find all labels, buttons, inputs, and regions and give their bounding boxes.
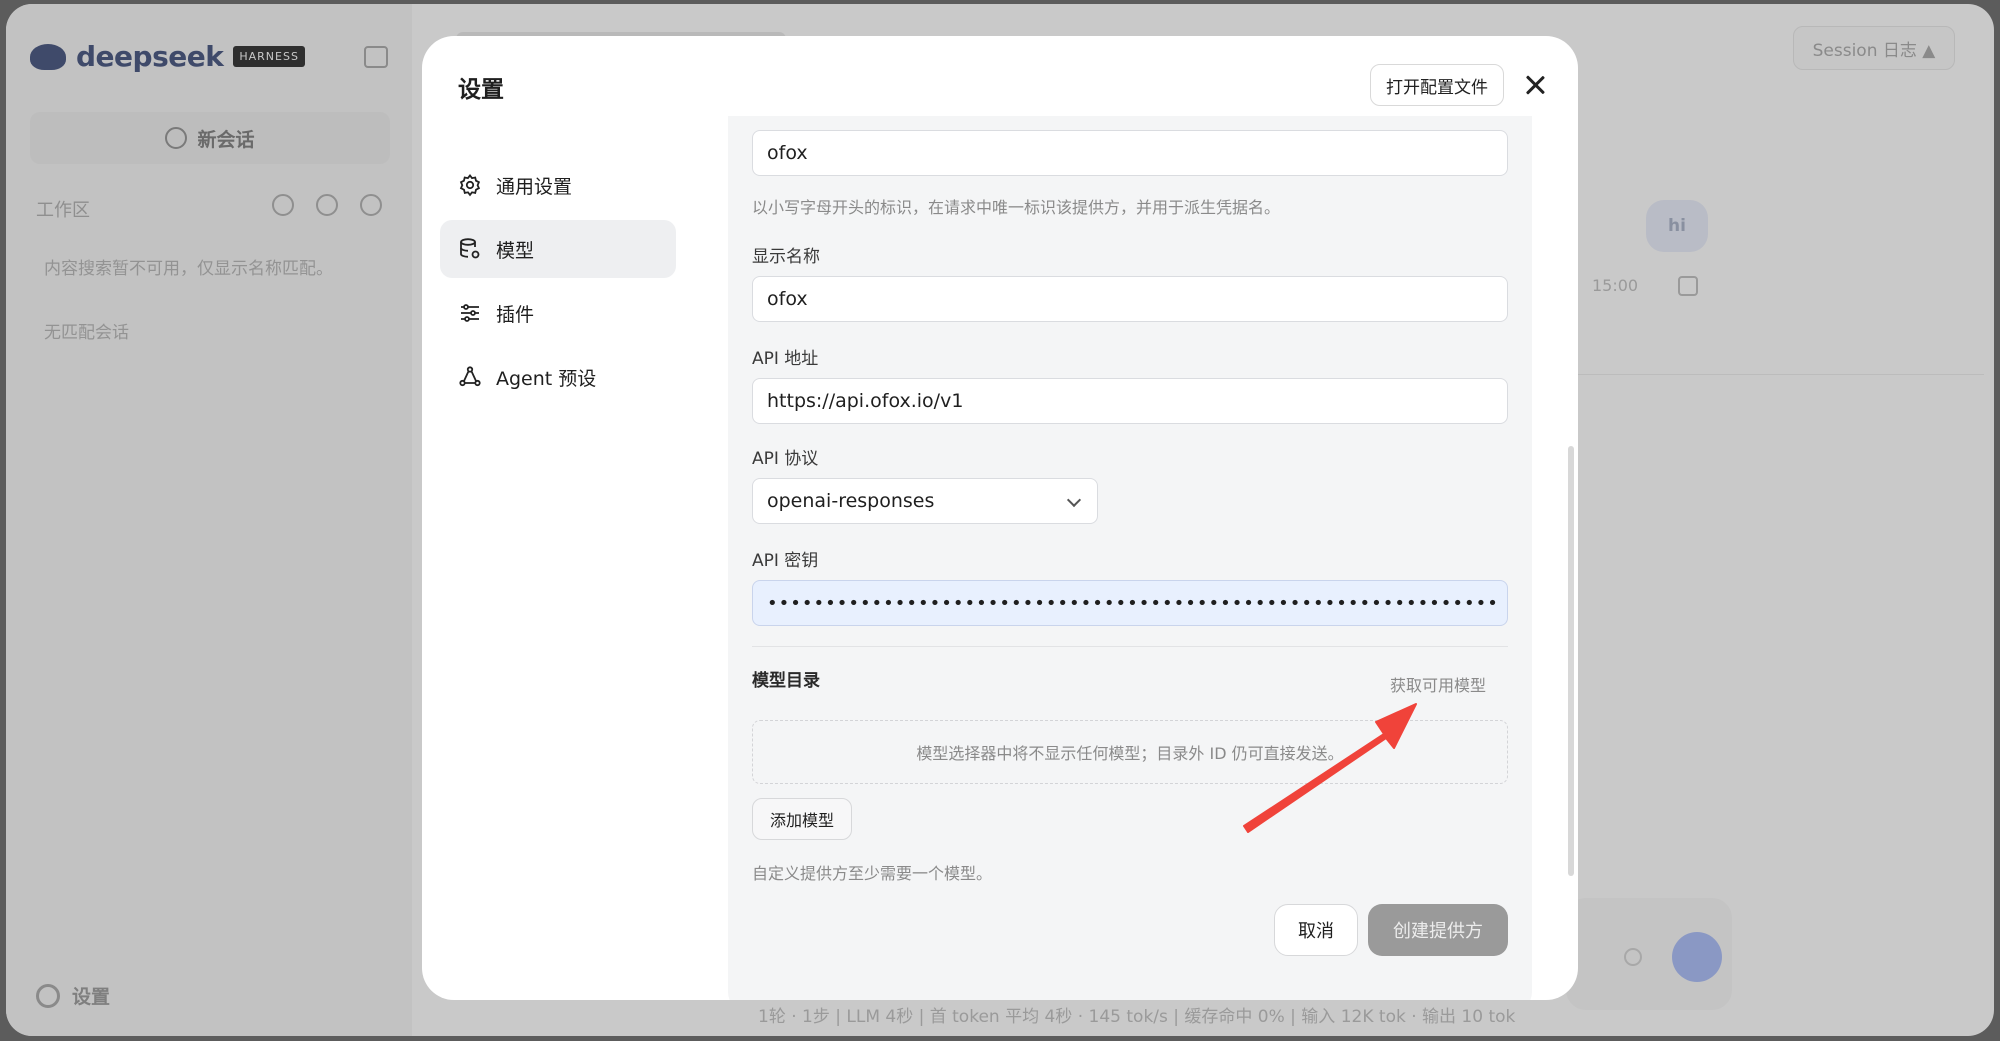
- sidebar-collapse-icon[interactable]: [364, 46, 388, 68]
- settings-modal: 设置 打开配置文件 通用设置 模型 插件 Agent 预设 ofox 以小写字母…: [422, 36, 1578, 1000]
- workspace-label: 工作区: [36, 200, 90, 221]
- api-protocol-label: API 协议: [752, 449, 819, 469]
- empty-catalog-box: 模型选择器中将不显示任何模型；目录外 ID 仍可直接发送。: [752, 720, 1508, 784]
- display-name-label: 显示名称: [752, 247, 820, 267]
- app-sidebar: deepseek HARNESS 新会话 工作区 内容搜索暂不可用，仅显示名称匹…: [6, 4, 412, 1036]
- nav-item-plugins[interactable]: 插件: [440, 284, 676, 342]
- fetch-models-link[interactable]: 获取可用模型: [1390, 672, 1486, 696]
- message-time: 15:00: [1592, 276, 1639, 295]
- modal-title: 设置: [458, 77, 504, 103]
- open-config-button[interactable]: 打开配置文件: [1370, 64, 1504, 106]
- gear-icon: [36, 983, 60, 1008]
- sidebar-settings-button[interactable]: 设置: [36, 982, 110, 1009]
- nav-item-models[interactable]: 模型: [440, 220, 676, 278]
- database-icon: [460, 238, 480, 259]
- divider: [1574, 374, 1984, 375]
- agent-icon: [459, 366, 481, 387]
- nav-label: Agent 预设: [496, 367, 597, 390]
- whale-logo-icon: [30, 43, 66, 70]
- brand-name: deepseek: [76, 40, 224, 73]
- add-model-button[interactable]: 添加模型: [752, 798, 852, 840]
- api-url-label: API 地址: [752, 349, 819, 369]
- nav-label: 模型: [496, 239, 535, 262]
- api-key-label: API 密钥: [752, 551, 819, 571]
- new-chat-button[interactable]: 新会话: [30, 112, 390, 164]
- new-folder-icon[interactable]: [360, 194, 382, 216]
- user-message-bubble: hi: [1646, 200, 1708, 252]
- min-model-hint: 自定义提供方至少需要一个模型。: [752, 864, 993, 883]
- provider-id-hint: 以小写字母开头的标识，在请求中唯一标识该提供方，并用于派生凭据名。: [752, 198, 1281, 217]
- status-line: 1轮 · 1步 | LLM 4秒 | 首 token 平均 4秒 · 145 t…: [758, 1007, 1516, 1027]
- api-url-input[interactable]: https://api.ofox.io/v1: [752, 378, 1508, 424]
- create-provider-button[interactable]: 创建提供方: [1368, 904, 1508, 956]
- cancel-button[interactable]: 取消: [1274, 904, 1358, 956]
- api-protocol-value: openai-responses: [767, 490, 935, 512]
- brand: deepseek HARNESS: [30, 40, 305, 73]
- no-match-note: 无匹配会话: [44, 323, 129, 343]
- nav-label: 通用设置: [496, 175, 573, 198]
- provider-id-input[interactable]: ofox: [752, 130, 1508, 176]
- scrollbar[interactable]: [1568, 446, 1574, 876]
- sidebar-settings-label: 设置: [72, 986, 111, 1008]
- display-name-input[interactable]: ofox: [752, 276, 1508, 322]
- session-log-button[interactable]: Session 日志 ▲: [1793, 26, 1955, 70]
- copy-icon[interactable]: [1678, 276, 1698, 296]
- stop-icon[interactable]: [1624, 948, 1642, 966]
- brand-badge: HARNESS: [233, 46, 305, 67]
- send-button[interactable]: [1672, 932, 1722, 982]
- branch-icon[interactable]: [316, 194, 338, 216]
- workspace-tools: [272, 194, 382, 216]
- gear-icon: [459, 174, 481, 197]
- sliders-icon: [461, 304, 479, 322]
- plus-circle-icon: [165, 127, 188, 149]
- nav-item-general[interactable]: 通用设置: [440, 156, 676, 214]
- search-icon[interactable]: [272, 194, 294, 216]
- settings-nav: 通用设置 模型 插件 Agent 预设: [440, 156, 676, 412]
- new-chat-label: 新会话: [197, 128, 255, 151]
- chevron-down-icon: [1066, 492, 1082, 508]
- api-protocol-select[interactable]: openai-responses: [752, 478, 1098, 524]
- model-catalog-title: 模型目录: [752, 671, 820, 691]
- section-divider: [752, 646, 1508, 647]
- nav-item-agent-presets[interactable]: Agent 预设: [440, 348, 676, 406]
- nav-label: 插件: [496, 303, 535, 326]
- api-key-input[interactable]: ••••••••••••••••••••••••••••••••••••••••…: [752, 580, 1508, 626]
- search-unavailable-note: 内容搜索暂不可用，仅显示名称匹配。: [44, 259, 333, 279]
- close-icon[interactable]: [1522, 72, 1548, 98]
